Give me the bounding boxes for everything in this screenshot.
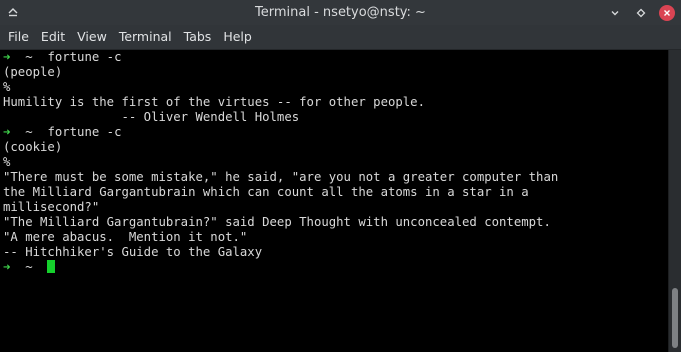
maximize-icon bbox=[636, 8, 646, 17]
output-line: Humility is the first of the virtues -- … bbox=[3, 95, 425, 109]
menu-view[interactable]: View bbox=[71, 25, 113, 49]
scrollbar[interactable] bbox=[668, 50, 681, 352]
menu-help[interactable]: Help bbox=[217, 25, 258, 49]
window-menu-icon[interactable] bbox=[6, 5, 20, 19]
menu-edit[interactable]: Edit bbox=[35, 25, 71, 49]
output-line: millisecond?" bbox=[3, 200, 100, 214]
prompt-line: ➜ ~ fortune -c bbox=[3, 50, 558, 65]
menu-bar: File Edit View Terminal Tabs Help bbox=[0, 25, 681, 50]
output-line: % bbox=[3, 80, 11, 94]
output-line: "There must be some mistake," he said, "… bbox=[3, 170, 559, 184]
window-title: Terminal - nsetyo@nsty: ~ bbox=[255, 5, 426, 20]
output-line: "The Milliard Gargantubrain?" said Deep … bbox=[3, 215, 551, 229]
minimize-button[interactable] bbox=[606, 4, 624, 22]
terminal-output[interactable]: ➜ ~ fortune -c (people)% Humility is the f… bbox=[0, 50, 669, 352]
output-line: (cookie) bbox=[3, 140, 63, 154]
output-line: -- Oliver Wendell Holmes bbox=[3, 110, 300, 124]
terminal-lines: ➜ ~ fortune -c (people)% Humility is the f… bbox=[3, 50, 558, 275]
prompt-command: fortune -c bbox=[47, 125, 122, 139]
output-line: % bbox=[3, 155, 11, 169]
prompt-command: fortune -c bbox=[47, 50, 122, 64]
output-line: "A mere abacus. Mention it not." bbox=[3, 230, 248, 244]
close-icon bbox=[659, 4, 675, 21]
close-button[interactable] bbox=[658, 4, 676, 22]
prompt-line: ➜ ~ fortune -c bbox=[3, 125, 558, 140]
window-controls bbox=[606, 0, 681, 25]
prompt-directory: ~ bbox=[10, 50, 48, 64]
maximize-button[interactable] bbox=[632, 4, 650, 22]
title-bar[interactable]: Terminal - nsetyo@nsty: ~ bbox=[0, 0, 681, 25]
prompt-directory: ~ bbox=[10, 125, 48, 139]
menu-file[interactable]: File bbox=[0, 25, 35, 49]
output-line: -- Hitchhiker's Guide to the Galaxy bbox=[3, 245, 263, 259]
terminal-window: Terminal - nsetyo@nsty: ~ File Edit View… bbox=[0, 0, 681, 352]
prompt-directory: ~ bbox=[10, 260, 48, 274]
prompt-line: ➜ ~ bbox=[3, 260, 558, 275]
menu-tabs[interactable]: Tabs bbox=[178, 25, 218, 49]
output-line: (people) bbox=[3, 65, 63, 79]
scrollbar-thumb[interactable] bbox=[672, 288, 678, 348]
text-cursor bbox=[47, 260, 56, 273]
menu-terminal[interactable]: Terminal bbox=[113, 25, 178, 49]
output-line: the Milliard Gargantubrain which can cou… bbox=[3, 185, 529, 199]
chevron-down-icon bbox=[611, 10, 619, 15]
